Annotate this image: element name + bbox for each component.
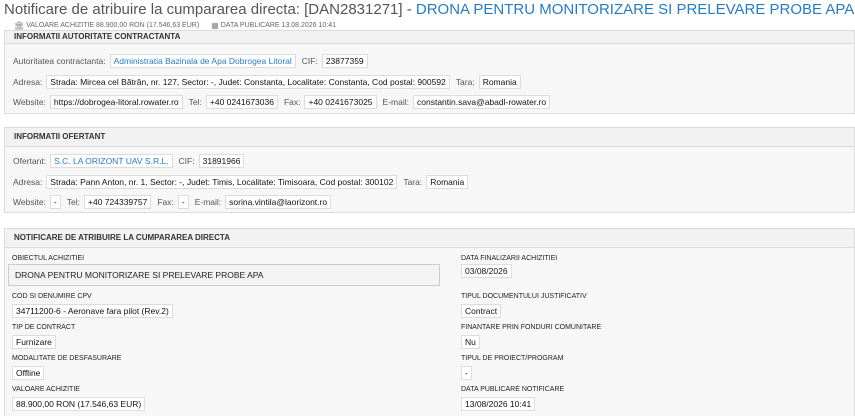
authority-row-name: Autoritatea contractanta: Administratia … <box>13 54 374 68</box>
header-meta: 🏛 VALOARE ACHIZITIE 88.900,00 RON (17.54… <box>14 21 336 30</box>
header-value: VALOARE ACHIZITIE 88.900,00 RON (17.546,… <box>26 22 200 29</box>
bidder-fax: - <box>177 195 189 209</box>
doc-type-field: Contract <box>461 304 502 318</box>
bidder-address-label: Adresa: <box>13 177 43 187</box>
notice-panel: NOTIFICARE DE ATRIBUIRE LA CUMPARAREA DI… <box>4 228 855 416</box>
object-label: OBIECTUL ACHIZITIEI <box>12 255 85 262</box>
project-type-field: - <box>461 366 472 380</box>
bidder-address: Strada: Pann Anton, nr. 1, Sector: -, Ju… <box>46 175 398 189</box>
value-field: 88.900,00 RON (17.546,63 EUR) <box>12 397 146 411</box>
publish-label: DATA PUBLICARE NOTIFICARE <box>461 386 565 393</box>
contract-type-label: TIP DE CONTRACT <box>12 324 76 331</box>
calendar-icon: ▦ <box>211 21 219 30</box>
title-prefix: Notificare de atribuire la cumpararea di… <box>4 1 416 18</box>
bidder-email: sorina.vintila@laorizont.ro <box>225 195 332 209</box>
eu-funds-field: Nu <box>461 335 480 349</box>
bidder-row-address: Adresa: Strada: Pann Anton, nr. 1, Secto… <box>13 175 474 189</box>
bidder-name-label: Ofertant: <box>13 156 47 166</box>
page-header: Notificare de atribuire la cumpararea di… <box>0 0 855 34</box>
authority-address-label: Adresa: <box>13 77 43 87</box>
end-date-field: 03/08/2026 <box>461 264 512 278</box>
bidder-fax-label: Fax: <box>157 197 174 207</box>
eu-funds-label: FINANTARE PRIN FONDURI COMUNITARE <box>461 324 602 331</box>
authority-row-contact: Website: https://dobrogea-litoral.rowate… <box>13 95 556 109</box>
mode-field: Offline <box>12 366 45 380</box>
bidder-cif: 31891966 <box>198 154 245 168</box>
authority-country: Romania <box>478 75 521 89</box>
publish-field: 13/08/2026 10:41 <box>461 397 536 411</box>
page-title: Notificare de atribuire la cumpararea di… <box>4 1 854 18</box>
authority-row-address: Adresa: Strada: Mircea cel Bătrân, nr. 1… <box>13 75 527 89</box>
authority-email-label: E-mail: <box>382 97 409 107</box>
bidder-tel-label: Tel: <box>66 197 80 207</box>
bidder-panel: INFORMATII OFERTANT Ofertant: S.C. LA OR… <box>4 127 855 213</box>
bidder-heading: INFORMATII OFERTANT <box>5 128 854 147</box>
project-type-label: TIPUL DE PROIECT/PROGRAM <box>461 355 564 362</box>
doc-type-label: TIPUL DOCUMENTULUI JUSTIFICATIV <box>461 293 587 300</box>
bidder-website-label: Website: <box>13 197 46 207</box>
title-link[interactable]: DRONA PENTRU MONITORIZARE SI PRELEVARE P… <box>416 1 854 18</box>
bank-icon: 🏛 <box>14 21 25 30</box>
cpv-field: 34711200-6 - Aeronave fara pilot (Rev.2) <box>12 304 173 318</box>
bidder-row-contact: Website: - Tel: +40 724339757 Fax: - E-m… <box>13 195 337 209</box>
authority-country-label: Tara: <box>455 77 475 87</box>
header-publish-date: DATA PUBLICARE 13.08.2026 10:41 <box>220 22 337 29</box>
bidder-name-link[interactable]: S.C. LA ORIZONT UAV S.R.L. <box>50 154 173 168</box>
bidder-country-label: Tara: <box>403 177 423 187</box>
object-field: DRONA PENTRU MONITORIZARE SI PRELEVARE P… <box>8 264 440 286</box>
authority-cif: 23877359 <box>321 54 368 68</box>
bidder-country: Romania <box>426 175 469 189</box>
value-label: VALOARE ACHIZITIE <box>12 386 80 393</box>
mode-label: MODALITATE DE DESFASURARE <box>12 355 122 362</box>
authority-website: https://dobrogea-litoral.rowater.ro <box>49 95 183 109</box>
bidder-cif-label: CIF: <box>178 156 195 166</box>
end-date-label: DATA FINALIZARII ACHIZITIEI <box>461 255 558 262</box>
authority-fax: +40 0241673025 <box>304 95 377 109</box>
authority-email: constantin.sava@abadl-rowater.ro <box>413 95 551 109</box>
cpv-label: COD SI DENUMIRE CPV <box>12 293 92 300</box>
notice-heading: NOTIFICARE DE ATRIBUIRE LA CUMPARAREA DI… <box>5 229 854 248</box>
authority-address: Strada: Mircea cel Bătrân, nr. 127, Sect… <box>46 75 450 89</box>
authority-name-link[interactable]: Administratia Bazinala de Apa Dobrogea L… <box>109 54 296 68</box>
authority-website-label: Website: <box>13 97 46 107</box>
bidder-tel: +40 724339757 <box>84 195 152 209</box>
authority-tel: +40 0241673036 <box>205 95 278 109</box>
authority-tel-label: Tel: <box>188 97 202 107</box>
authority-fax-label: Fax: <box>283 97 301 107</box>
contract-type-field: Furnizare <box>12 335 56 349</box>
authority-name-label: Autoritatea contractanta: <box>13 56 106 66</box>
authority-cif-label: CIF: <box>301 56 318 66</box>
bidder-row-name: Ofertant: S.C. LA ORIZONT UAV S.R.L. CIF… <box>13 154 250 168</box>
authority-heading: INFORMATII AUTORITATE CONTRACTANTA <box>5 31 854 44</box>
authority-panel: INFORMATII AUTORITATE CONTRACTANTA Autor… <box>4 30 855 114</box>
bidder-email-label: E-mail: <box>194 197 222 207</box>
bidder-website: - <box>49 195 61 209</box>
